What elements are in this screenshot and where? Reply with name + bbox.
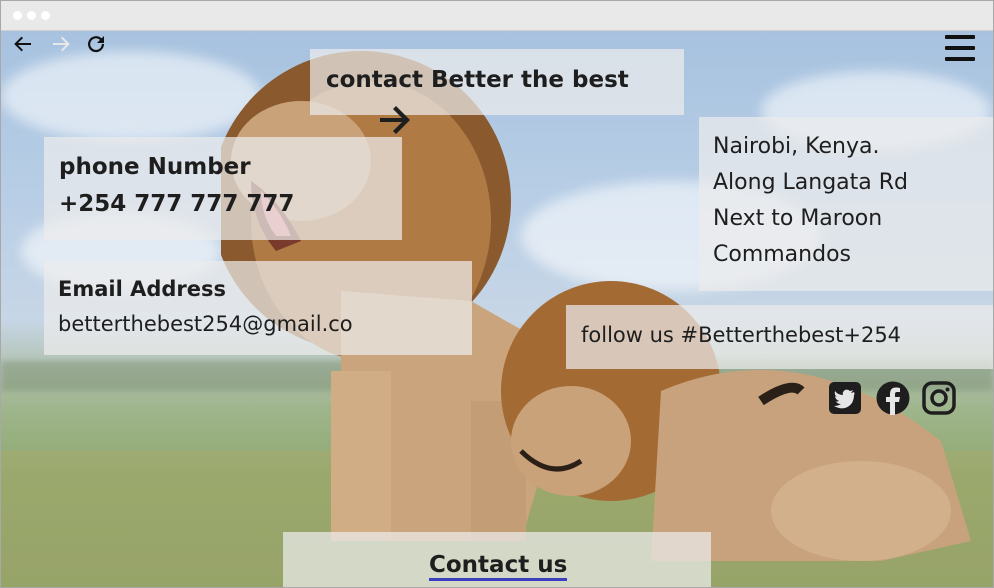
address-line: Along Langata Rd	[713, 170, 909, 195]
header-panel: contact Better the best	[310, 49, 684, 134]
arrow-left-icon[interactable]	[11, 32, 35, 56]
email-address: betterthebest254@gmail.co	[58, 312, 353, 336]
page-title: contact Better the best	[326, 67, 629, 93]
follow-text: follow us #Betterthebest+254	[581, 323, 902, 347]
window-dot[interactable]	[41, 11, 50, 20]
twitter-icon[interactable]	[828, 381, 862, 415]
address-line: Commandos	[713, 242, 851, 267]
window-dot[interactable]	[13, 11, 22, 20]
arrow-right-icon[interactable]	[378, 105, 412, 135]
email-label: Email Address	[58, 277, 227, 301]
window-dot[interactable]	[27, 11, 36, 20]
follow-panel: follow us #Betterthebest+254	[566, 305, 993, 369]
address-panel: Nairobi, Kenya. Along Langata Rd Next to…	[699, 117, 993, 291]
hamburger-menu-icon[interactable]	[943, 35, 977, 63]
email-panel: Email Address betterthebest254@gmail.co	[44, 261, 472, 355]
contact-us-link[interactable]: Contact us	[429, 552, 568, 581]
arrow-right-icon[interactable]	[49, 32, 73, 56]
phone-number: +254 777 777 777	[59, 191, 295, 217]
phone-panel: phone Number +254 777 777 777	[44, 137, 402, 240]
reload-icon[interactable]	[84, 32, 108, 56]
phone-label: phone Number	[59, 154, 251, 180]
facebook-icon[interactable]	[876, 381, 910, 415]
instagram-icon[interactable]	[922, 381, 956, 415]
browser-window: contact Better the best phone Number +25…	[0, 0, 994, 588]
footer-panel: Contact us	[283, 532, 711, 587]
title-bar	[1, 1, 993, 31]
address-line: Nairobi, Kenya.	[713, 134, 880, 159]
address-line: Next to Maroon	[713, 206, 883, 231]
